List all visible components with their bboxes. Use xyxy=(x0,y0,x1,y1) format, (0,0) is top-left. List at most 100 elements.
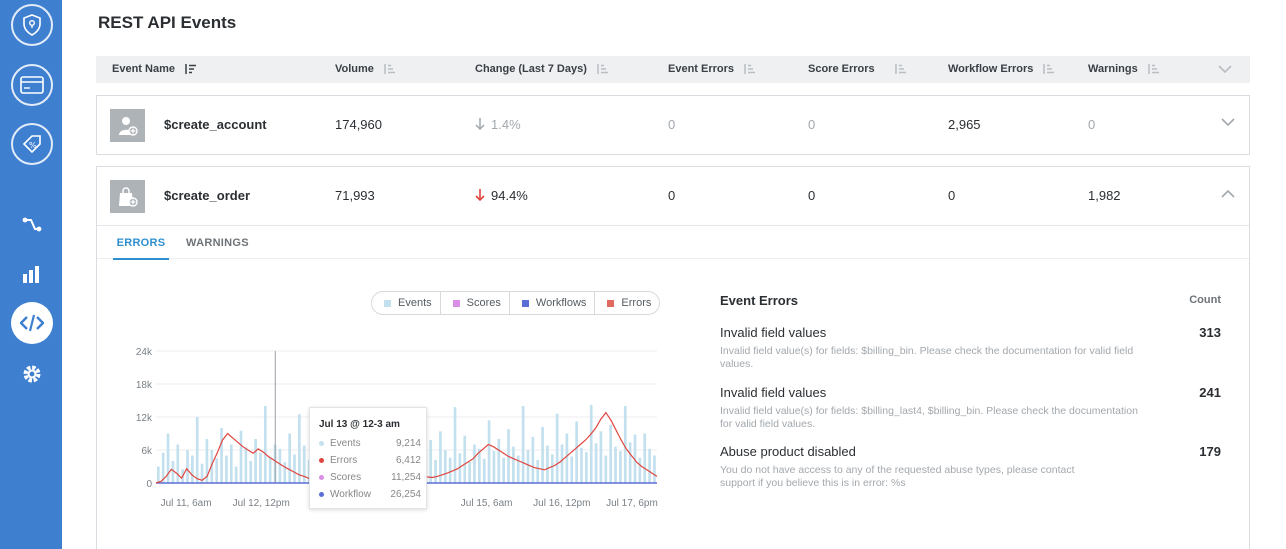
events-bar xyxy=(191,455,194,483)
column-header-event-errors[interactable]: Event Errors xyxy=(668,56,756,83)
chevron-down-icon[interactable] xyxy=(1221,118,1235,127)
events-bar xyxy=(463,435,467,483)
events-bar xyxy=(536,459,540,483)
bar-chart-icon xyxy=(23,266,39,283)
error-item: Invalid field values Invalid field value… xyxy=(720,385,1221,431)
events-bar xyxy=(643,433,647,483)
events-bar xyxy=(594,443,598,483)
events-bar xyxy=(293,454,296,483)
events-bar xyxy=(497,439,501,483)
tooltip-row: Errors 6,412 xyxy=(319,454,421,468)
table-row[interactable]: $create_account 174,960 1.4% 0 0 2,965 0 xyxy=(96,95,1250,155)
events-bar xyxy=(453,407,457,483)
sort-icon xyxy=(894,64,906,75)
change-value: 1.4% xyxy=(475,96,521,154)
error-description: Invalid field value(s) for fields: $bill… xyxy=(720,405,1138,430)
column-header-workflow-errors[interactable]: Workflow Errors xyxy=(948,56,1055,83)
y-tick-label: 12k xyxy=(136,413,153,424)
events-bar xyxy=(570,456,574,483)
sort-icon xyxy=(1043,64,1055,75)
volume-value: 174,960 xyxy=(335,117,382,132)
bag-add-icon xyxy=(118,186,138,207)
tooltip-row: Workflow 26,254 xyxy=(319,488,421,502)
events-bar xyxy=(249,461,253,483)
error-name: Invalid field values xyxy=(720,325,827,340)
sidebar-item-payments[interactable] xyxy=(11,64,53,106)
workflow-errors-value: 2,965 xyxy=(948,117,981,132)
column-header-change[interactable]: Change (Last 7 Days) xyxy=(475,56,608,83)
tab-errors[interactable]: ERRORS xyxy=(113,226,169,260)
tooltip-dot xyxy=(319,457,324,463)
events-bar xyxy=(288,433,291,483)
events-bar xyxy=(215,458,219,483)
events-bar xyxy=(234,466,238,483)
column-header-score-errors[interactable]: Score Errors xyxy=(808,56,906,83)
events-bar xyxy=(614,446,617,483)
chevron-up-icon[interactable] xyxy=(1221,189,1235,198)
events-bar xyxy=(628,442,632,483)
events-bar xyxy=(448,457,452,483)
events-bar xyxy=(473,444,476,483)
events-bar xyxy=(648,448,651,483)
events-bar xyxy=(604,455,608,483)
sort-icon xyxy=(744,64,756,75)
sidebar-item-promotions[interactable]: % xyxy=(11,123,53,165)
events-bar xyxy=(171,461,175,483)
legend-item-workflows[interactable]: Workflows xyxy=(510,292,596,314)
gear-icon xyxy=(23,365,41,383)
events-bar xyxy=(560,444,564,483)
user-add-icon xyxy=(118,116,138,136)
legend-item-scores[interactable]: Scores xyxy=(441,292,510,314)
x-tick-label: Jul 15, 6am xyxy=(461,498,513,509)
x-tick-label: Jul 12, 12pm xyxy=(233,498,290,509)
sidebar-item-workflows[interactable] xyxy=(19,211,45,237)
sort-icon xyxy=(1148,64,1159,75)
error-count: 313 xyxy=(1199,325,1221,340)
events-bar xyxy=(298,414,301,483)
sidebar-item-developer[interactable] xyxy=(11,302,53,344)
events-bar xyxy=(156,466,160,483)
sidebar: % xyxy=(0,0,62,549)
events-bar xyxy=(541,426,544,483)
tooltip-dot xyxy=(319,474,324,480)
chart-tooltip: Jul 13 @ 12-3 am Events 9,214 Errors 6,4… xyxy=(309,407,427,509)
arrow-down-icon xyxy=(475,118,485,131)
sidebar-item-protection[interactable] xyxy=(11,4,53,46)
y-tick-label: 24k xyxy=(136,347,153,358)
column-header-volume[interactable]: Volume xyxy=(335,56,395,83)
svg-text:%: % xyxy=(29,141,37,150)
column-header-event-name[interactable]: Event Name xyxy=(112,56,197,83)
error-description: You do not have access to any of the req… xyxy=(720,464,1075,489)
chevron-down-icon[interactable] xyxy=(1218,65,1232,74)
page-title: REST API Events xyxy=(98,13,237,32)
sort-icon xyxy=(384,64,395,75)
legend-item-events[interactable]: Events xyxy=(372,292,441,314)
events-bar xyxy=(609,424,613,483)
sidebar-item-analytics[interactable] xyxy=(19,261,45,287)
events-bar xyxy=(546,445,549,483)
tooltip-dot xyxy=(319,440,324,446)
score-errors-value: 0 xyxy=(808,117,816,132)
legend-swatch xyxy=(607,299,615,307)
events-bar xyxy=(434,459,437,483)
sidebar-item-settings[interactable] xyxy=(19,361,45,387)
events-bar xyxy=(589,404,593,483)
events-bar xyxy=(239,430,243,483)
events-bar xyxy=(555,413,559,483)
events-bar xyxy=(638,457,642,483)
tag-percent-icon: % xyxy=(22,135,41,154)
tab-warnings[interactable]: WARNINGS xyxy=(186,226,249,260)
events-bar xyxy=(254,439,257,483)
x-tick-label: Jul 17, 6pm xyxy=(606,498,658,509)
events-bar xyxy=(283,462,287,483)
change-value: 94.4% xyxy=(475,167,528,225)
events-bar xyxy=(225,455,228,483)
legend-item-errors[interactable]: Errors xyxy=(595,292,659,314)
events-bar xyxy=(575,421,578,483)
tooltip-row: Events 9,214 xyxy=(319,437,421,451)
avatar xyxy=(110,180,145,213)
events-bar xyxy=(195,417,199,483)
errors-panel-title: Event Errors xyxy=(720,293,799,308)
column-header-warnings[interactable]: Warnings xyxy=(1088,56,1159,83)
events-bar xyxy=(580,447,583,483)
